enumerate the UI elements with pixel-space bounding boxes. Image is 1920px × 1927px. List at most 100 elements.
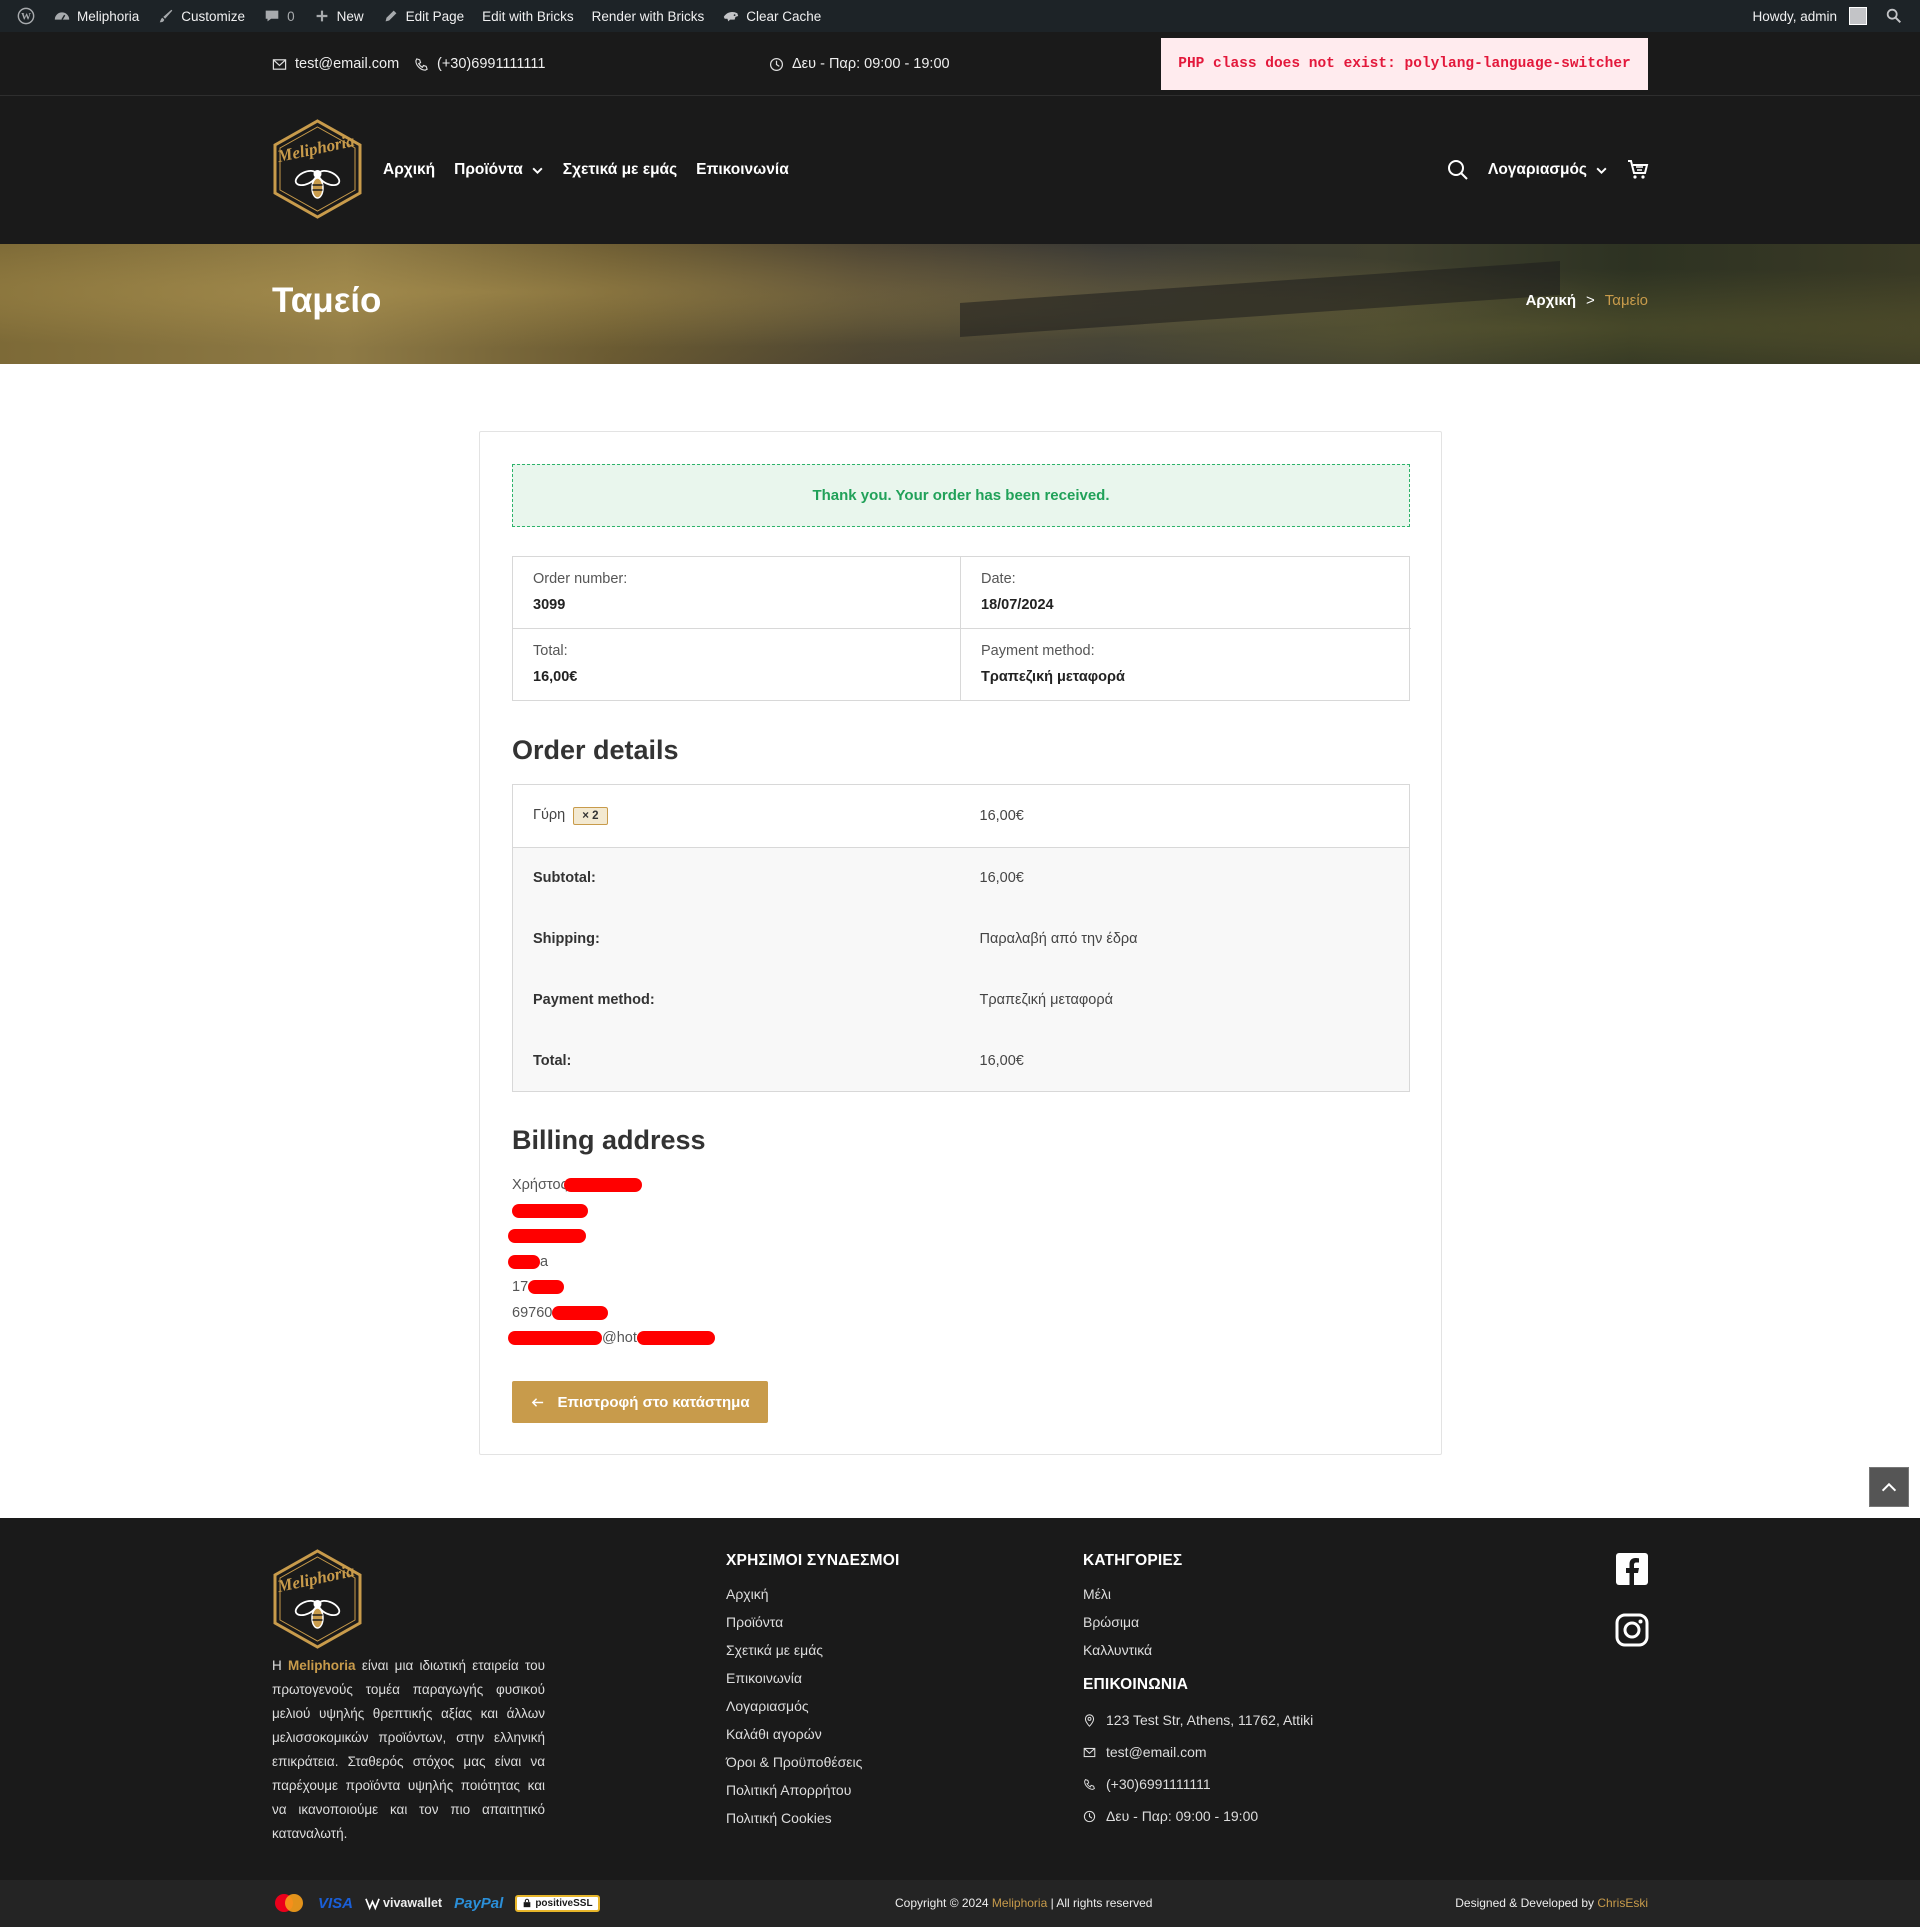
svg-text:W: W	[21, 12, 31, 23]
admin-edit-bricks-link[interactable]: Edit with Bricks	[473, 0, 583, 32]
payment-methods: VISA vivawallet PayPal positiveSSL	[272, 1892, 600, 1914]
nav-item-home[interactable]: Αρχική	[383, 161, 435, 179]
redaction-mark	[508, 1254, 540, 1269]
order-received-card: Thank you. Your order has been received.…	[479, 431, 1442, 1455]
footer-category-edibles[interactable]: Βρώσιμα	[1083, 1608, 1182, 1636]
facebook-icon[interactable]	[1615, 1552, 1649, 1586]
admin-edit-page-label: Edit Page	[405, 8, 465, 24]
billing-address-title: Billing address	[512, 1125, 706, 1155]
footer-link-cart[interactable]: Καλάθι αγορών	[726, 1720, 900, 1748]
developer-credit: Designed & Developed by ChrisEski	[1455, 1896, 1648, 1910]
billing-zip-line: 17	[512, 1275, 715, 1301]
mastercard-icon	[275, 1894, 303, 1912]
copyright-brand-link[interactable]: Meliphoria	[992, 1896, 1047, 1910]
footer-category-cosmetics[interactable]: Καλλυντικά	[1083, 1636, 1182, 1664]
footer-email[interactable]: test@email.com	[1083, 1736, 1313, 1768]
nav-item-about[interactable]: Σχετικά με εμάς	[563, 161, 677, 179]
order-details-table: Γύρη × 2 16,00€ Subtotal: 16,00€ Shipping…	[512, 784, 1410, 1092]
footer-link-terms[interactable]: Όροι & Προϋποθέσεις	[726, 1748, 900, 1776]
order-total-cell: Total: 16,00€	[513, 629, 961, 701]
order-overview: Order number: 3099 Date: 18/07/2024 Tota…	[512, 556, 1411, 701]
product-total: 16,00€	[959, 784, 1410, 848]
map-pin-icon	[1084, 1713, 1095, 1727]
topbar-hours-text: Δευ - Παρ: 09:00 - 19:00	[792, 56, 950, 72]
scroll-to-top-button[interactable]	[1869, 1467, 1909, 1507]
admin-customize-link[interactable]: Customize	[148, 0, 254, 32]
order-number-cell: Order number: 3099	[513, 557, 961, 629]
product-quantity-badge: × 2	[573, 807, 608, 825]
footer-link-about[interactable]: Σχετικά με εμάς	[726, 1636, 900, 1664]
admin-account-link[interactable]: Howdy, admin	[1743, 0, 1876, 32]
nav-item-contact[interactable]: Επικοινωνία	[696, 161, 789, 179]
footer-link-account[interactable]: Λογαριασμός	[726, 1692, 900, 1720]
vivawallet-logo: vivawallet	[365, 1896, 442, 1911]
developer-link[interactable]: ChrisEski	[1597, 1896, 1648, 1910]
footer-link-cookies[interactable]: Πολιτική Cookies	[726, 1804, 900, 1832]
footer-links-title: ΧΡΗΣΙΜΟΙ ΣΥΝΔΕΣΜΟΙ	[726, 1552, 900, 1569]
breadcrumb: Αρχική > Ταμείο	[1526, 292, 1648, 309]
php-error-message: PHP class does not exist: polylang-langu…	[1161, 38, 1648, 90]
page-hero: Ταμείο Αρχική > Ταμείο	[0, 244, 1920, 364]
table-row: Γύρη × 2 16,00€	[512, 784, 1410, 848]
billing-name-line: Χρήστος	[512, 1173, 715, 1199]
admin-site-link[interactable]: Meliphoria	[44, 0, 148, 32]
return-to-shop-label: Επιστροφή στο κατάστημα	[557, 1393, 750, 1411]
admin-new-link[interactable]: New	[304, 0, 373, 32]
topbar-phone[interactable]: (+30)6991111111	[414, 32, 545, 96]
footer-phone[interactable]: (+30)6991111111	[1083, 1768, 1313, 1800]
account-menu-label: Λογαριασμός	[1488, 161, 1587, 178]
order-total-value: 16,00€	[533, 669, 578, 685]
search-icon[interactable]	[1446, 158, 1470, 182]
chevron-down-icon	[532, 167, 543, 174]
clock-icon	[769, 57, 784, 71]
footer-logo[interactable]: Meliphoria	[270, 1548, 365, 1650]
footer-link-privacy[interactable]: Πολιτική Απορρήτου	[726, 1776, 900, 1804]
topbar-email[interactable]: test@email.com	[272, 32, 399, 96]
payment-method-value: Τραπεζική μεταφορά	[959, 969, 1410, 1031]
order-number-value: 3099	[533, 597, 566, 613]
pencil-icon	[385, 10, 396, 22]
redaction-mark	[512, 1203, 588, 1218]
redaction-mark	[508, 1229, 586, 1244]
footer-link-home[interactable]: Αρχική	[726, 1580, 900, 1608]
footer-phone-text: (+30)6991111111	[1106, 1776, 1211, 1792]
comment-icon	[265, 10, 279, 22]
footer-contact-title: ΕΠΙΚΟΙΝΩΝΙΑ	[1083, 1676, 1189, 1693]
nav-item-products[interactable]: Προϊόντα	[454, 161, 544, 179]
billing-phone: 69760	[512, 1304, 553, 1321]
nav-item-home-label: Αρχική	[383, 161, 436, 178]
wordpress-logo-icon[interactable]: W	[8, 0, 44, 32]
table-row: Payment method: Τραπεζική μεταφορά	[512, 969, 1410, 1031]
admin-clear-cache-link[interactable]: Clear Cache	[713, 0, 830, 32]
breadcrumb-home[interactable]: Αρχική	[1526, 292, 1576, 309]
admin-edit-page-link[interactable]: Edit Page	[373, 0, 474, 32]
product-link[interactable]: Γύρη	[533, 807, 565, 823]
nav-item-about-label: Σχετικά με εμάς	[562, 161, 678, 178]
product-cell: Γύρη × 2	[512, 784, 960, 848]
footer-link-products[interactable]: Προϊόντα	[726, 1608, 900, 1636]
admin-clear-cache-label: Clear Cache	[746, 8, 822, 24]
redaction-mark	[636, 1331, 715, 1346]
footer-category-honey[interactable]: Μέλι	[1083, 1580, 1182, 1608]
account-menu[interactable]: Λογαριασμός	[1488, 161, 1608, 179]
clock-icon	[1083, 1810, 1096, 1822]
positivessl-label: positiveSSL	[535, 1897, 593, 1909]
admin-comments-link[interactable]: 0	[254, 0, 304, 32]
brush-icon	[159, 9, 173, 23]
redaction-mark	[528, 1280, 565, 1295]
admin-render-bricks-link[interactable]: Render with Bricks	[583, 0, 714, 32]
instagram-icon[interactable]	[1615, 1613, 1649, 1647]
footer-link-contact[interactable]: Επικοινωνία	[726, 1664, 900, 1692]
admin-search[interactable]	[1876, 0, 1912, 32]
order-success-notice: Thank you. Your order has been received.	[512, 464, 1410, 527]
arrow-left-icon	[532, 1397, 544, 1407]
phone-icon	[415, 57, 428, 71]
billing-email: @hot	[602, 1330, 637, 1346]
breadcrumb-separator: >	[1586, 292, 1595, 309]
chevron-down-icon	[1596, 167, 1607, 174]
return-to-shop-button[interactable]: Επιστροφή στο κατάστημα	[512, 1381, 768, 1423]
order-number-label: Order number:	[533, 571, 628, 587]
meliphoria-logo[interactable]: Meliphoria	[270, 118, 365, 220]
cart-icon[interactable]	[1626, 158, 1650, 182]
vivawallet-icon	[365, 1897, 380, 1910]
